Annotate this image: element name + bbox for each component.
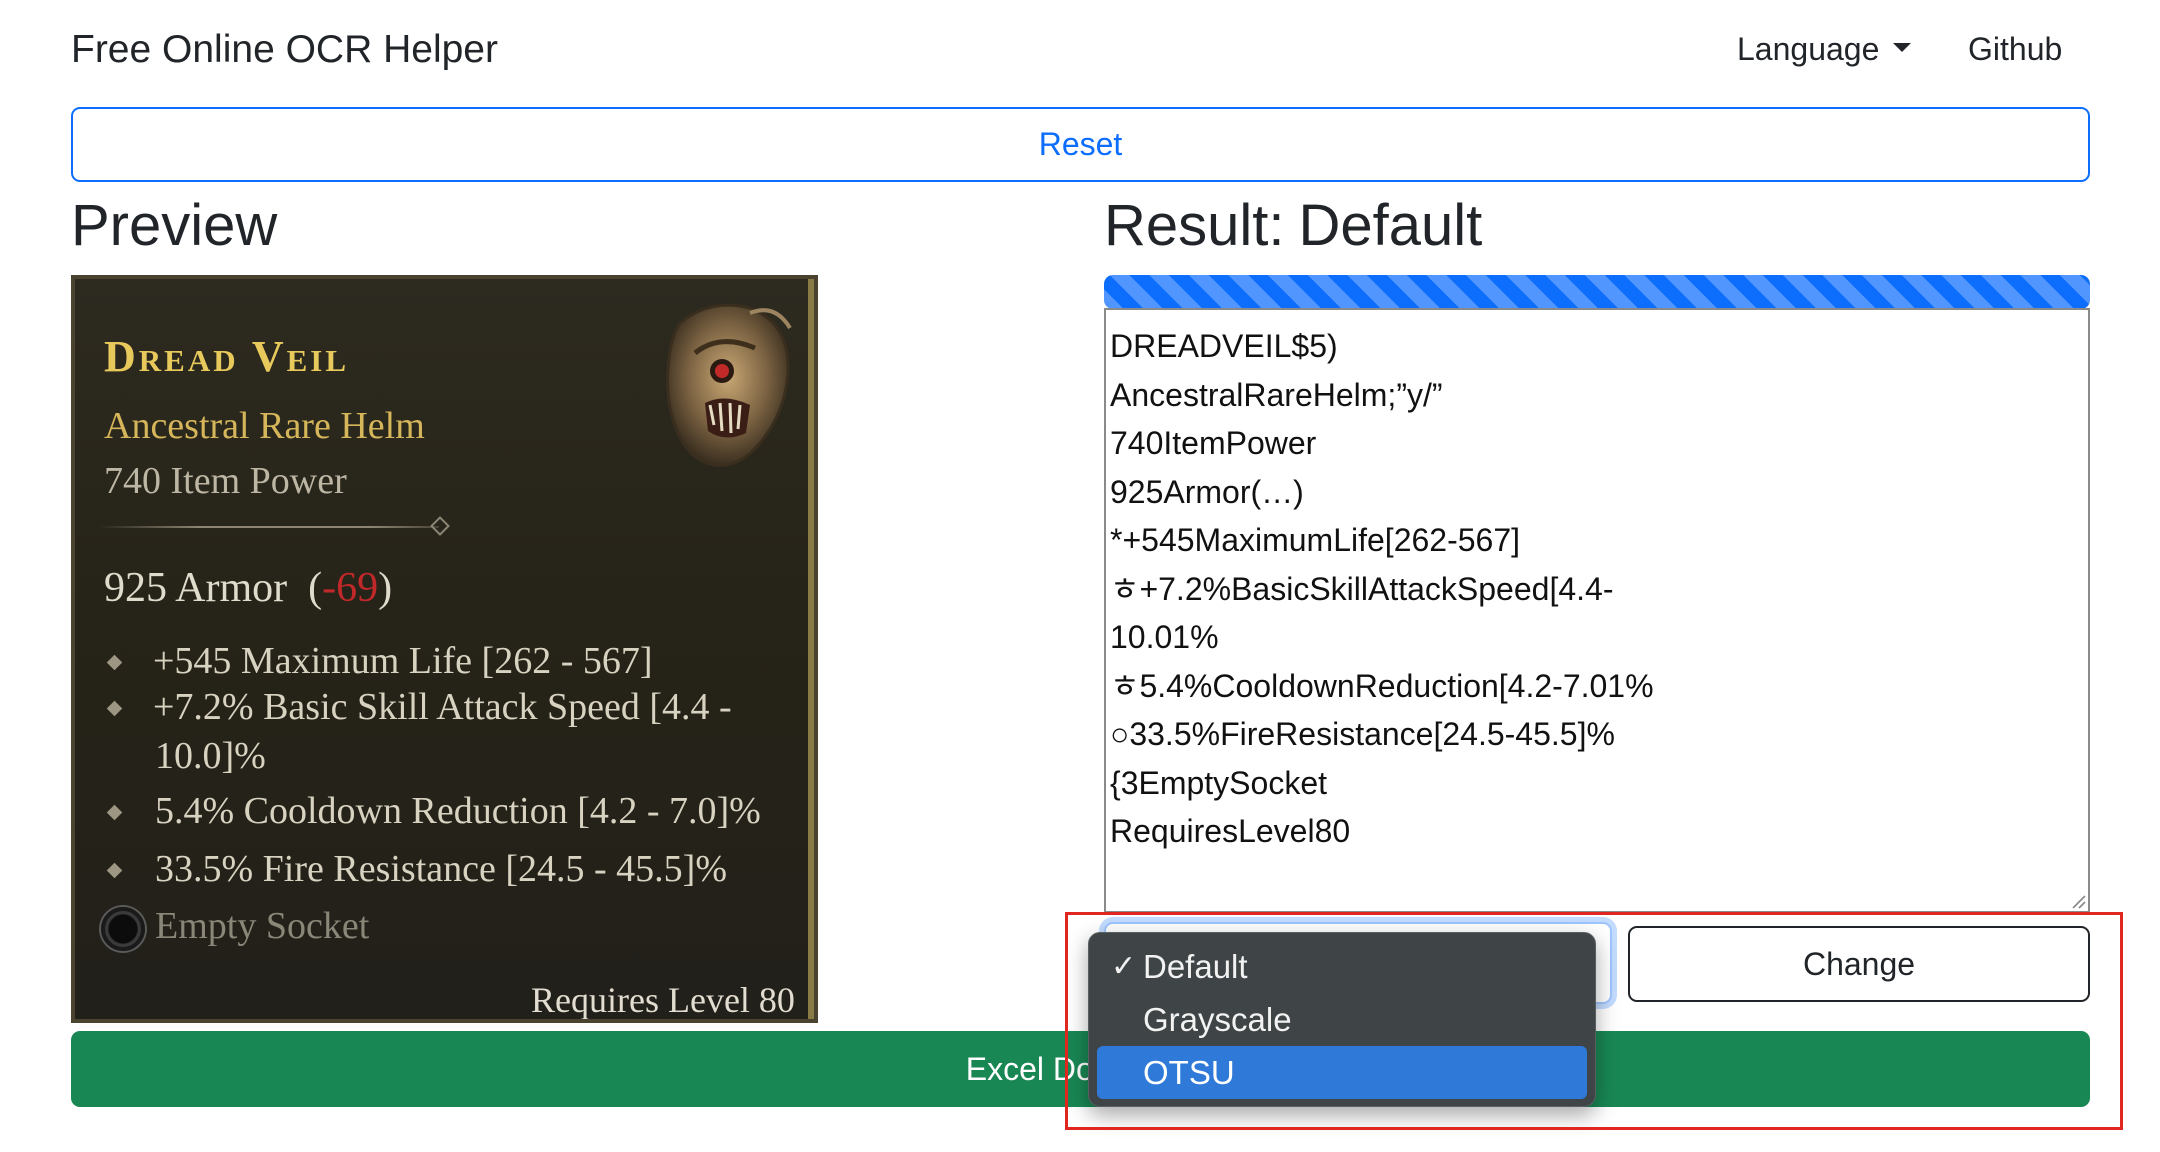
language-dropdown[interactable]: Language — [1737, 31, 1912, 68]
navbar: Free Online OCR Helper Language Github — [0, 0, 2160, 100]
card-stat: +7.2% Basic Skill Attack Speed [4.4 - — [153, 686, 732, 728]
card-requires: Requires Level 80 — [531, 980, 795, 1020]
card-armor: 925 Armor (-69) — [104, 565, 393, 611]
github-link[interactable]: Github — [1968, 31, 2062, 68]
result-line: ㅎ5.4%CooldownReduction[4.2-7.01% — [1110, 667, 1654, 704]
armor-delta: -69 — [322, 565, 379, 611]
language-label: Language — [1737, 31, 1880, 67]
result-heading: Result: Default — [1104, 192, 1482, 259]
result-line: ㅎ+7.2%BasicSkillAttackSpeed[4.4- — [1110, 570, 1614, 607]
card-stat: 5.4% Cooldown Reduction [4.2 - 7.0]% — [155, 790, 761, 832]
card-item-type: Ancestral Rare Helm — [104, 405, 425, 447]
divider-diamond-icon — [430, 516, 450, 536]
card-stat: +545 Maximum Life [262 - 567] — [153, 640, 653, 682]
result-label: Result: — [1104, 193, 1285, 258]
result-textarea[interactable]: DREADVEIL$5) AncestralRareHelm;”y/” 740I… — [1104, 308, 2090, 913]
result-line: AncestralRareHelm;”y/” — [1110, 376, 1443, 413]
result-line: 740ItemPower — [1110, 425, 1317, 461]
card-stat: 10.0]% — [155, 735, 266, 777]
result-line: 925Armor(…) — [1110, 473, 1304, 510]
resize-grip-icon[interactable] — [2068, 891, 2086, 909]
brand-title[interactable]: Free Online OCR Helper — [71, 28, 498, 72]
reset-button[interactable]: Reset — [71, 107, 2090, 182]
card-border — [808, 279, 814, 1019]
card-divider — [99, 526, 439, 528]
result-line: DREADVEIL$5) — [1110, 328, 1338, 364]
stat-bullet-icon — [106, 804, 123, 821]
card-stat: 33.5% Fire Resistance [24.5 - 45.5]% — [155, 848, 727, 890]
socket-icon — [101, 907, 145, 951]
stat-bullet-icon — [106, 862, 123, 879]
armor-value: 925 Armor — [104, 565, 288, 611]
annotation-highlight-box — [1065, 912, 2123, 1130]
progress-bar — [1104, 275, 2090, 309]
result-line: *+545MaximumLife[262-567] — [1110, 522, 1521, 558]
stat-bullet-icon — [106, 654, 123, 671]
card-item-power: 740 Item Power — [104, 460, 347, 502]
result-line: 10.01% — [1110, 619, 1219, 655]
helm-icon — [665, 303, 792, 467]
preview-image: Dread Veil Ancestral Rare Helm 740 Item … — [71, 275, 818, 1023]
result-line: RequiresLevel80 — [1110, 813, 1351, 849]
result-line: {3EmptySocket — [1110, 764, 1327, 801]
result-line: ○33.5%FireResistance[24.5-45.5]% — [1110, 716, 1615, 752]
result-mode: Default — [1298, 193, 1483, 258]
preview-heading: Preview — [71, 193, 278, 258]
card-title: Dread Veil — [104, 332, 350, 381]
caret-down-icon — [1893, 43, 1912, 53]
stat-bullet-icon — [106, 700, 123, 717]
card-empty-socket: Empty Socket — [155, 905, 370, 947]
